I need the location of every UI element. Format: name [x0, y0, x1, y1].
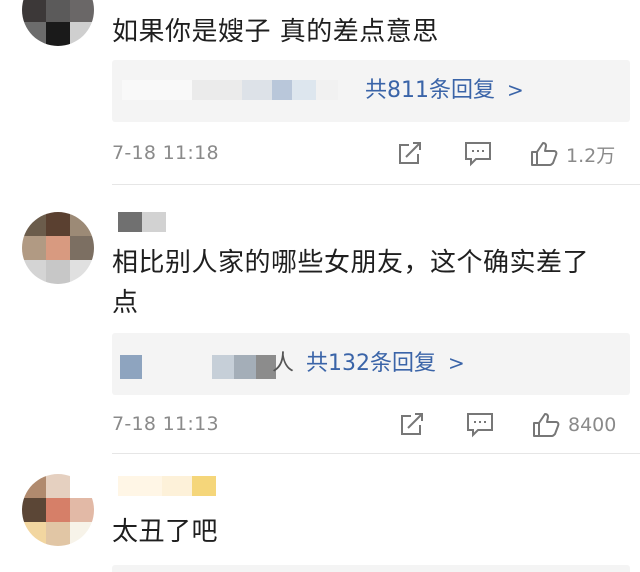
like-button[interactable]: 1.2万 — [530, 139, 615, 169]
comment-text: 相比别人家的哪些女朋友，这个确实差了点 — [112, 248, 590, 318]
reply-preview[interactable]: 人共132条回复 > — [112, 333, 630, 395]
avatar[interactable] — [22, 474, 94, 546]
comment-icon — [466, 412, 494, 438]
like-icon — [532, 412, 560, 438]
reply-preview[interactable]: 共811条回复 > — [112, 60, 630, 122]
blurred-username — [212, 355, 276, 379]
timestamp: 7-18 11:18 — [112, 142, 219, 164]
like-button[interactable]: 8400 — [532, 410, 616, 440]
comment-text: 如果你是嫂子 真的差点意思 — [112, 17, 439, 47]
blurred-username[interactable] — [118, 476, 216, 496]
share-icon — [397, 142, 423, 166]
share-button[interactable] — [397, 139, 423, 169]
comment-feed: 如果你是嫂子 真的差点意思 共811条回复 > 7-18 11:18 1.2万 … — [0, 0, 640, 572]
view-replies-link[interactable]: 人共132条回复 > — [272, 348, 465, 379]
like-count: 8400 — [568, 414, 617, 436]
reply-preview[interactable] — [112, 565, 630, 572]
divider — [112, 184, 640, 185]
chevron-right-icon: > — [448, 351, 465, 375]
timestamp: 7-18 11:13 — [112, 413, 219, 435]
avatar[interactable] — [22, 0, 94, 46]
chevron-right-icon: > — [507, 78, 524, 102]
share-button[interactable] — [399, 410, 425, 440]
share-icon — [399, 413, 425, 437]
comment-text: 太丑了吧 — [112, 517, 219, 547]
blurred-username — [122, 80, 342, 100]
comment-meta: 7-18 11:13 8400 — [112, 410, 622, 440]
view-replies-link[interactable]: 共811条回复 > — [365, 75, 524, 106]
blurred-username[interactable] — [118, 212, 166, 232]
comment-meta: 7-18 11:18 1.2万 — [112, 139, 622, 169]
avatar[interactable] — [22, 212, 94, 284]
reply-prefix: 人 — [272, 351, 295, 376]
blurred-username — [120, 355, 142, 379]
comment-icon — [464, 141, 492, 167]
reply-count: 共811条回复 — [365, 78, 495, 103]
like-icon — [530, 141, 558, 167]
comment-button[interactable] — [466, 410, 494, 440]
divider — [112, 453, 640, 454]
like-count: 1.2万 — [566, 144, 616, 167]
comment-button[interactable] — [464, 139, 492, 169]
reply-count: 共132条回复 — [306, 351, 437, 376]
